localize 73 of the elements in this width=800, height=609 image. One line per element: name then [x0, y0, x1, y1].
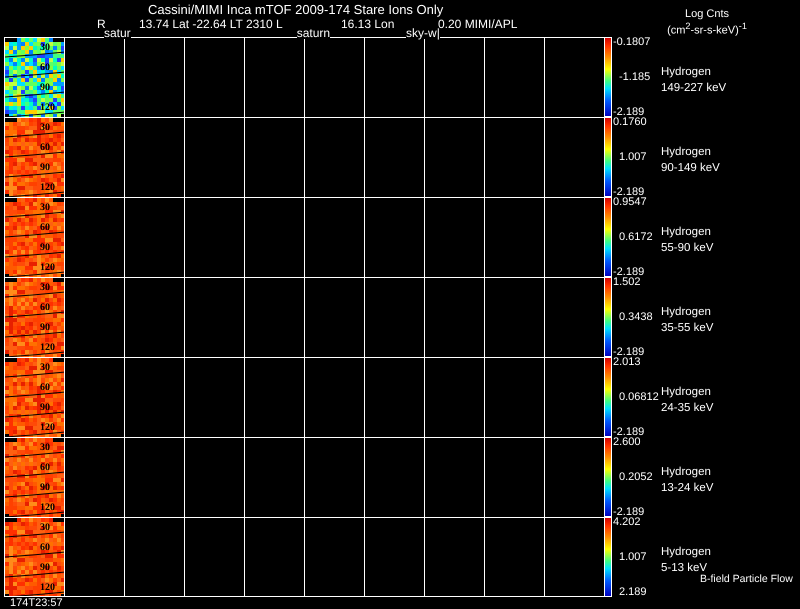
scale-min-value: 2.189 — [618, 587, 648, 597]
contour-label: 30 — [40, 42, 50, 53]
contour-label: 120 — [40, 342, 55, 353]
contour-label: 90 — [40, 162, 50, 173]
contour-label: 90 — [40, 322, 50, 333]
time-label: 174T23:57 — [9, 597, 64, 609]
direction-label: satur — [104, 28, 131, 39]
direction-label: saturn — [296, 28, 330, 39]
scale-mid-value: 0.06812 — [618, 392, 660, 402]
scale-min-value: -2.189 — [613, 267, 646, 277]
scale-max-value: 1.502 — [613, 277, 642, 287]
species-label: Hydrogen — [661, 465, 712, 480]
energy-range-label: 5-13 keV — [661, 561, 708, 574]
scale-mid-value: 1.007 — [618, 552, 648, 562]
scale-max-value: -0.1807 — [613, 37, 652, 47]
species-label: Hydrogen — [661, 385, 712, 400]
energy-range-label: 24-35 keV — [661, 401, 714, 416]
contour-label: 30 — [40, 362, 50, 373]
orbit-info-text: R — [97, 18, 106, 30]
contour-label: 90 — [40, 482, 50, 493]
species-label: Hydrogen — [661, 65, 712, 80]
contour-label: 60 — [40, 382, 50, 393]
contour-label: 30 — [40, 122, 50, 133]
contour-label: 90 — [40, 402, 50, 413]
scale-mid-value: 0.6172 — [618, 232, 654, 242]
orbit-info-text: 0.20 MIMI/APL — [438, 18, 518, 30]
contour-label: 30 — [40, 282, 50, 293]
contour-label: 30 — [40, 522, 50, 533]
contour-label: 120 — [40, 182, 55, 193]
species-label: Hydrogen — [661, 145, 712, 160]
energy-range-label: 90-149 keV — [661, 161, 720, 176]
contour-label: 120 — [40, 582, 55, 593]
contour-label: 60 — [40, 142, 50, 153]
scale-mid-value: 0.3438 — [618, 312, 654, 322]
scale-min-value: -2.189 — [613, 187, 644, 197]
scale-max-value: 0.9547 — [613, 197, 648, 207]
energy-range-label: 149-227 keV — [661, 81, 726, 96]
plot-title: Cassini/MIMI Inca mTOF 2009-174 Stare Ions Only — [147, 1, 444, 17]
contour-label: 60 — [40, 222, 50, 233]
units-text: (cm$^{2}$-sr-s-keV)$^{-1}$ — [667, 20, 747, 37]
contour-label: 30 — [40, 442, 50, 453]
species-label: Hydrogen — [661, 545, 711, 560]
scale-min-value: -2.189 — [613, 347, 646, 357]
orbit-info-text: 16.13 Lon — [341, 18, 396, 30]
scale-min-value: -2.189 — [613, 507, 646, 517]
contour-label: 60 — [40, 302, 50, 313]
scale-min-value: -2.189 — [613, 107, 644, 117]
units-label: Log Cnts — [684, 8, 730, 20]
species-label: Hydrogen — [661, 305, 712, 320]
orbit-info-text: 13.74 Lat -22.64 LT 2310 L — [139, 18, 284, 30]
contour-label: 90 — [40, 242, 50, 253]
species-label: Hydrogen — [661, 225, 712, 240]
scale-max-value: 4.202 — [613, 517, 642, 527]
contour-label: 120 — [40, 102, 55, 113]
scale-max-value: 2.013 — [613, 357, 642, 367]
contour-label: 30 — [40, 202, 50, 213]
direction-label: sky-w| — [406, 28, 440, 39]
scale-mid-value: 0.2052 — [618, 472, 654, 482]
contour-label: 60 — [40, 542, 50, 553]
contour-label: 120 — [40, 502, 55, 513]
contour-label: 120 — [40, 262, 55, 273]
scale-mid-value: -1.185 — [618, 72, 652, 82]
scale-mid-value: 1.007 — [618, 152, 648, 162]
contour-label: 120 — [40, 422, 55, 433]
flow-note: B-field Particle Flow — [700, 574, 793, 585]
energy-range-label: 55-90 keV — [661, 241, 714, 256]
energy-range-label: 13-24 keV — [661, 481, 714, 496]
scale-max-value: 2.600 — [613, 437, 642, 447]
contour-label: 90 — [40, 562, 50, 573]
contour-label: 60 — [40, 462, 50, 473]
energy-range-label: 35-55 keV — [661, 321, 714, 336]
scale-min-value: -2.189 — [613, 427, 646, 437]
scale-max-value: 0.1760 — [613, 117, 648, 127]
